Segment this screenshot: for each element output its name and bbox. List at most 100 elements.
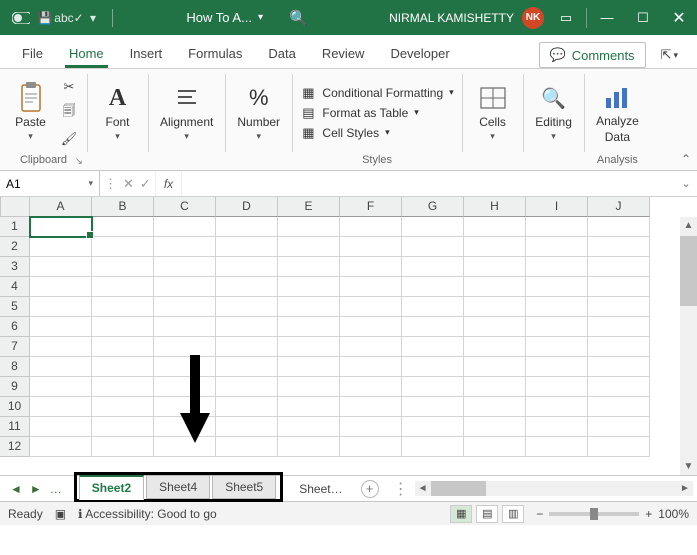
cell[interactable] [92,377,154,397]
search-icon[interactable]: 🔍 [289,9,308,27]
cell[interactable] [402,277,464,297]
col-header[interactable]: I [526,197,588,217]
cell[interactable] [216,437,278,457]
cell[interactable] [216,277,278,297]
cell[interactable] [340,277,402,297]
cell[interactable] [278,237,340,257]
format-painter-icon[interactable]: 🖌 [59,129,79,149]
cell[interactable] [340,237,402,257]
tab-home[interactable]: Home [57,40,116,68]
row-header[interactable]: 11 [0,417,30,437]
sheet-tab[interactable]: Sheet4 [146,475,210,499]
cell[interactable] [278,317,340,337]
cell[interactable] [30,237,92,257]
cell[interactable] [588,357,650,377]
accessibility-status[interactable]: ℹ︎ Accessibility: Good to go [78,507,217,521]
autosave-toggle-icon[interactable] [12,9,30,27]
cell[interactable] [30,277,92,297]
formula-input[interactable] [182,171,675,196]
cell[interactable] [278,257,340,277]
format-as-table-button[interactable]: ▤ Format as Table ▾ [300,105,418,121]
cells-area[interactable] [30,217,650,457]
vertical-scrollbar[interactable]: ▲ ▼ [680,217,697,475]
maximize-button[interactable]: ☐ [625,4,661,32]
col-header[interactable]: D [216,197,278,217]
cell[interactable] [216,257,278,277]
cell[interactable] [526,417,588,437]
cell[interactable] [30,297,92,317]
copy-icon[interactable]: 🗐 [59,103,79,123]
cancel-formula-icon[interactable]: ✕ [123,176,134,192]
cell-styles-button[interactable]: ▦ Cell Styles ▾ [300,125,389,141]
macro-record-icon[interactable]: ▣ [55,507,66,521]
cell[interactable] [278,417,340,437]
cell[interactable] [216,377,278,397]
cell[interactable] [526,437,588,457]
cell[interactable] [30,397,92,417]
cell[interactable] [588,297,650,317]
row-header[interactable]: 7 [0,337,30,357]
zoom-out-icon[interactable]: − [536,507,543,521]
share-button[interactable]: ⇱▾ [654,42,685,68]
cell[interactable] [526,257,588,277]
zoom-slider[interactable] [549,512,639,516]
cell[interactable] [216,237,278,257]
cell[interactable] [340,317,402,337]
font-button[interactable]: A Font ▾ [95,81,140,144]
cell[interactable] [588,317,650,337]
cell[interactable] [30,437,92,457]
fx-label[interactable]: fx [156,171,182,196]
sheet-nav-prev-icon[interactable]: ◄ [10,482,22,496]
zoom-in-icon[interactable]: + [645,507,652,521]
document-title[interactable]: How To A... [186,10,252,25]
avatar[interactable]: NK [522,7,544,29]
cells-button[interactable]: Cells ▾ [470,81,515,144]
cell[interactable] [92,357,154,377]
sheet-nav-next-icon[interactable]: ► [30,482,42,496]
cell[interactable] [92,437,154,457]
cell[interactable] [92,237,154,257]
cell[interactable] [402,337,464,357]
page-layout-view-icon[interactable]: ▤ [476,505,498,523]
editing-button[interactable]: 🔍 Editing ▾ [531,81,576,144]
scroll-left-icon[interactable]: ◄ [415,483,431,494]
minimize-button[interactable]: — [589,4,625,32]
hscroll-splitter[interactable]: ⋮ [393,479,409,499]
cell[interactable] [216,317,278,337]
cell[interactable] [154,337,216,357]
row-header[interactable]: 2 [0,237,30,257]
sheet-tab[interactable]: Sheet5 [212,475,276,499]
qat-dropdown-icon[interactable]: ▾ [84,9,102,27]
col-header[interactable]: J [588,197,650,217]
cell[interactable] [30,257,92,277]
scroll-down-icon[interactable]: ▼ [680,458,697,475]
cell[interactable] [526,357,588,377]
cell[interactable] [30,417,92,437]
cell[interactable] [278,437,340,457]
cell[interactable] [464,377,526,397]
paste-button[interactable]: Paste ▾ [8,81,53,144]
close-button[interactable]: ✕ [661,4,697,32]
name-box[interactable]: A1 ▾ [0,171,100,196]
cell[interactable] [464,297,526,317]
name-box-dropdown-icon[interactable]: ▾ [88,178,93,189]
col-header[interactable]: G [402,197,464,217]
cell[interactable] [340,357,402,377]
cell[interactable] [340,397,402,417]
sheet-tab-overflow[interactable]: Sheet… [289,478,352,500]
user-area[interactable]: NIRMAL KAMISHETTY NK [389,7,544,29]
save-icon[interactable]: 💾 [36,9,54,27]
cell[interactable] [92,217,154,237]
tab-formulas[interactable]: Formulas [176,40,254,68]
zoom-value[interactable]: 100% [658,507,689,521]
cell[interactable] [216,397,278,417]
cell[interactable] [464,337,526,357]
cell[interactable] [464,357,526,377]
col-header[interactable]: C [154,197,216,217]
cell[interactable] [464,437,526,457]
cell[interactable] [402,257,464,277]
cell[interactable] [340,437,402,457]
cell[interactable] [464,217,526,237]
col-header[interactable]: F [340,197,402,217]
tab-review[interactable]: Review [310,40,377,68]
